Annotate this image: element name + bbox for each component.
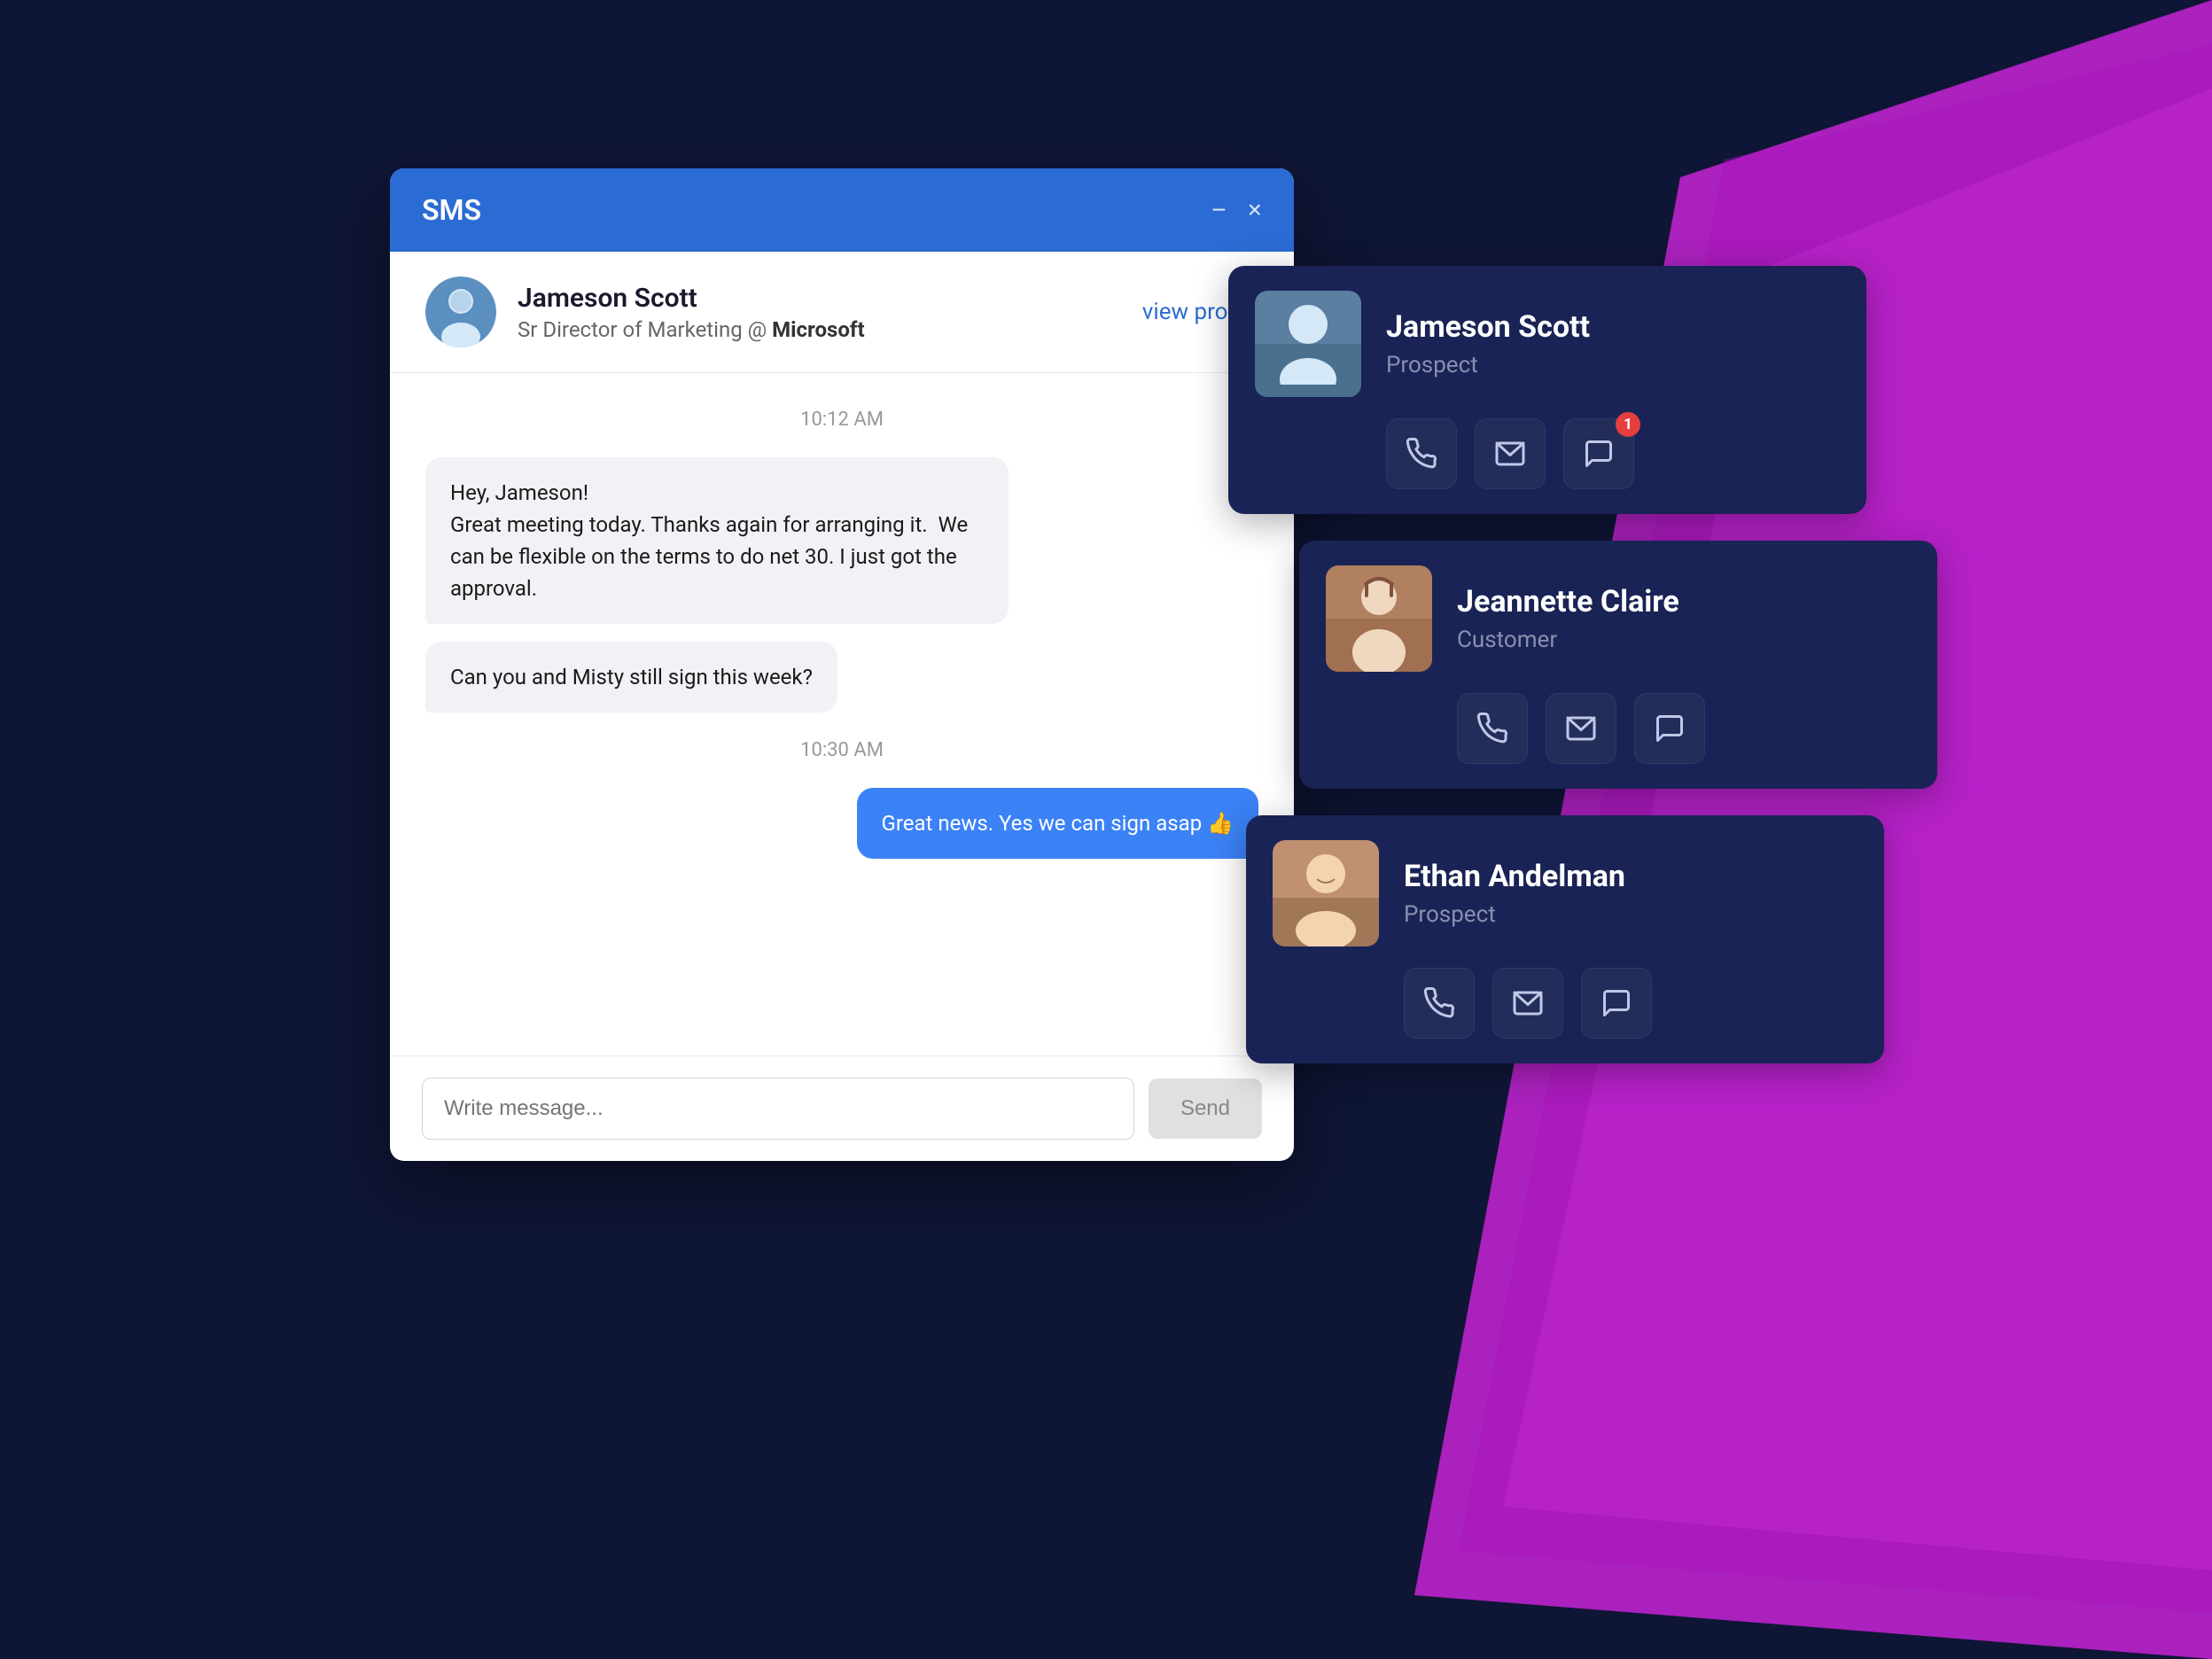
contact-title: Sr Director of Marketing @ Microsoft — [518, 317, 1121, 342]
email-button-jeannette[interactable] — [1546, 693, 1616, 764]
contact-info: Jameson Scott Sr Director of Marketing @… — [518, 283, 1121, 342]
email-button-ethan[interactable] — [1492, 968, 1563, 1039]
card-actions-jameson: 1 — [1255, 418, 1840, 489]
timestamp-2: 10:30 AM — [425, 739, 1258, 761]
card-actions-jeannette — [1326, 693, 1911, 764]
card-avatar-ethan — [1273, 840, 1379, 946]
phone-button-jameson[interactable] — [1386, 418, 1457, 489]
card-top-ethan: Ethan Andelman Prospect — [1273, 840, 1858, 946]
titlebar-controls: − × — [1211, 198, 1262, 222]
message-sent-1: Great news. Yes we can sign asap 👍 — [857, 788, 1259, 859]
card-role-jeannette: Customer — [1457, 627, 1679, 653]
card-name-jeannette: Jeannette Claire — [1457, 584, 1679, 619]
phone-button-ethan[interactable] — [1404, 968, 1475, 1039]
card-avatar-jeannette — [1326, 565, 1432, 672]
phone-button-jeannette[interactable] — [1457, 693, 1528, 764]
card-role-ethan: Prospect — [1404, 901, 1625, 928]
sms-button-ethan[interactable] — [1581, 968, 1652, 1039]
messages-area: 10:12 AM Hey, Jameson! Great meeting tod… — [390, 373, 1294, 1055]
contact-cards-container: Jameson Scott Prospect 1 — [1264, 266, 1902, 1063]
card-info-jameson: Jameson Scott Prospect — [1386, 309, 1590, 378]
card-avatar-jameson — [1255, 291, 1361, 397]
message-input[interactable] — [422, 1078, 1134, 1140]
contact-header: Jameson Scott Sr Director of Marketing @… — [390, 252, 1294, 373]
sms-titlebar: SMS − × — [390, 168, 1294, 252]
sms-button-jeannette[interactable] — [1634, 693, 1705, 764]
card-top-jeannette: Jeannette Claire Customer — [1326, 565, 1911, 672]
contact-name: Jameson Scott — [518, 283, 1121, 314]
contact-company: Microsoft — [772, 317, 864, 342]
card-info-ethan: Ethan Andelman Prospect — [1404, 859, 1625, 928]
sms-badge-jameson: 1 — [1616, 412, 1640, 437]
close-button[interactable]: × — [1248, 198, 1262, 222]
message-received-1: Hey, Jameson! Great meeting today. Thank… — [425, 457, 1009, 624]
email-button-jameson[interactable] — [1475, 418, 1546, 489]
input-area: Send — [390, 1055, 1294, 1161]
card-actions-ethan — [1273, 968, 1858, 1039]
card-info-jeannette: Jeannette Claire Customer — [1457, 584, 1679, 653]
contact-card-ethan: Ethan Andelman Prospect — [1246, 815, 1884, 1063]
card-top-jameson: Jameson Scott Prospect — [1255, 291, 1840, 397]
card-name-jameson: Jameson Scott — [1386, 309, 1590, 345]
send-button[interactable]: Send — [1149, 1079, 1262, 1139]
contact-card-jeannette: Jeannette Claire Customer — [1299, 541, 1937, 789]
sms-window: SMS − × Jameson Scott Sr Director of Mar… — [390, 168, 1294, 1161]
message-received-2: Can you and Misty still sign this week? — [425, 642, 837, 713]
sms-button-jameson[interactable]: 1 — [1563, 418, 1634, 489]
contact-card-jameson: Jameson Scott Prospect 1 — [1228, 266, 1866, 514]
minimize-button[interactable]: − — [1211, 198, 1226, 222]
contact-title-text: Sr Director of Marketing @ — [518, 317, 772, 342]
sms-window-title: SMS — [422, 193, 481, 227]
contact-avatar — [425, 276, 496, 347]
card-name-ethan: Ethan Andelman — [1404, 859, 1625, 894]
timestamp-1: 10:12 AM — [425, 409, 1258, 431]
card-role-jameson: Prospect — [1386, 352, 1590, 378]
